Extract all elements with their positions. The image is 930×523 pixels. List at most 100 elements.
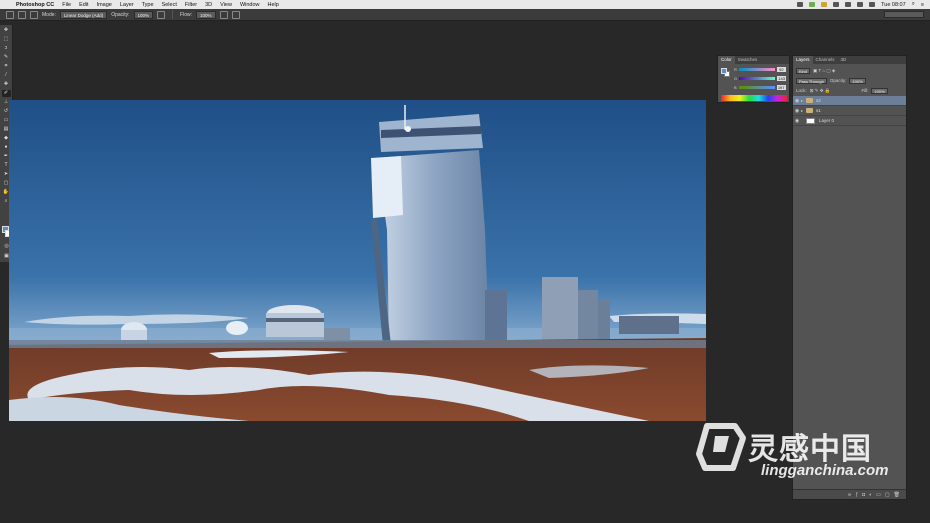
layers-footer: ∞ ƒ ◘ ◐ ▭ ▢ 🗑 (793, 489, 906, 499)
brush-tool-icon[interactable]: ✐ (1, 90, 11, 97)
evernote-icon[interactable] (809, 2, 816, 7)
visibility-eye-icon[interactable]: ◉ (793, 118, 801, 124)
watermark: 灵感中国 lingganchina.com (693, 418, 905, 488)
dome-building (266, 313, 324, 337)
airbrush-icon[interactable] (219, 10, 228, 19)
notification-center-icon[interactable]: ≡ (921, 2, 924, 8)
eyedropper-tool-icon[interactable]: ⁄ (2, 72, 11, 79)
menu-type[interactable]: Type (142, 2, 154, 8)
painting (9, 100, 706, 421)
layer-row[interactable]: ◉ Layer 0 (793, 116, 906, 126)
layer-style-icon[interactable]: ƒ (855, 492, 858, 498)
menu-edit[interactable]: Edit (79, 2, 88, 8)
menu-select[interactable]: Select (162, 2, 177, 8)
green-slider[interactable]: G 143 (734, 76, 788, 81)
quick-select-tool-icon[interactable]: ✎ (2, 54, 11, 61)
healing-tool-icon[interactable]: ✚ (2, 81, 11, 88)
green-value[interactable]: 143 (777, 76, 787, 81)
menu-layer[interactable]: Layer (120, 2, 134, 8)
tab-3d[interactable]: 3D (838, 56, 850, 64)
brush-panel-icon[interactable] (30, 10, 38, 19)
clock[interactable]: Tue 08:07 (881, 2, 906, 8)
fill-input[interactable]: 100% (871, 87, 888, 94)
dome-band (266, 318, 324, 322)
layer-name[interactable]: s2 (816, 98, 821, 103)
foreground-color-chip[interactable] (721, 68, 727, 74)
blend-row: Pass Through Opacity: 100% (793, 76, 906, 85)
layer-opacity-input[interactable]: 100% (849, 77, 866, 84)
pressure-opacity-icon[interactable] (157, 10, 166, 19)
color-panel-tabs: Color Swatches (718, 56, 789, 64)
dome (226, 321, 248, 335)
marquee-tool-icon[interactable]: ⬚ (2, 36, 11, 43)
green-label: G (734, 76, 738, 81)
blue-slider[interactable]: B 197 (734, 85, 788, 90)
flow-label: Flow: (180, 11, 192, 18)
kind-filter-select[interactable]: Kind (796, 67, 811, 74)
menu-file[interactable]: File (62, 2, 71, 8)
battery-icon[interactable] (869, 2, 876, 7)
telescope-building (578, 290, 598, 345)
tab-channels[interactable]: Channels (813, 56, 838, 64)
flag-icon[interactable] (857, 2, 864, 7)
lasso-tool-icon[interactable]: ↄ (2, 45, 11, 52)
visibility-eye-icon[interactable]: ◉ (793, 98, 801, 104)
layer-name[interactable]: Layer 0 (819, 118, 834, 123)
move-tool-icon[interactable]: ✥ (2, 27, 11, 34)
link-layers-icon[interactable]: ∞ (848, 492, 852, 498)
blue-ramp[interactable] (738, 86, 775, 89)
menu-3d[interactable]: 3D (205, 2, 212, 8)
menu-window[interactable]: Window (240, 2, 260, 8)
wifi-icon[interactable] (845, 2, 852, 7)
menu-image[interactable]: Image (97, 2, 112, 8)
tab-layers[interactable]: Layers (793, 56, 813, 64)
blue-value[interactable]: 197 (776, 85, 786, 90)
menu-help[interactable]: Help (268, 2, 279, 8)
brush-size-icon[interactable] (18, 10, 26, 19)
dome-base (121, 330, 147, 340)
tab-swatches[interactable]: Swatches (735, 56, 761, 64)
layer-row[interactable]: ◉ ▸ s2 (793, 96, 906, 106)
lock-icons[interactable]: ⊠ ✎ ✥ 🔒 (810, 88, 831, 94)
menu-view[interactable]: View (220, 2, 232, 8)
tab-color[interactable]: Color (718, 56, 735, 64)
layer-row[interactable]: ◉ ▸ s1 (793, 106, 906, 116)
spectrum-ramp[interactable] (721, 95, 787, 101)
red-slider[interactable]: R 92 (734, 67, 788, 72)
low-building (619, 316, 679, 334)
layer-name[interactable]: s1 (816, 108, 821, 113)
search-icon[interactable]: ⌕ (912, 1, 915, 8)
add-mask-icon[interactable]: ◘ (862, 492, 865, 498)
bluetooth-icon[interactable] (833, 2, 840, 7)
crop-tool-icon[interactable]: ⌗ (2, 63, 11, 70)
adjustment-layer-icon[interactable]: ◐ (869, 492, 872, 498)
flow-input[interactable]: 100% (196, 10, 216, 19)
watermark-url-text: lingganchina.com (761, 462, 889, 479)
brush-preset-icon[interactable] (6, 10, 14, 19)
walkway (9, 340, 706, 348)
lock-label: Lock: (796, 88, 807, 93)
watermark-logo (696, 423, 746, 471)
blend-mode-select[interactable]: Pass Through (796, 77, 827, 84)
folder-icon (806, 98, 813, 103)
green-ramp[interactable] (739, 77, 776, 80)
blue-label: B (734, 85, 737, 90)
red-label: R (734, 67, 737, 72)
opacity-label: Opacity: (111, 11, 130, 18)
dropbox-icon[interactable] (797, 2, 804, 7)
filter-icons[interactable]: ▣ T ⌂ ▢ ◈ (813, 68, 835, 74)
document-canvas[interactable] (9, 100, 706, 421)
notes-icon[interactable] (821, 2, 828, 7)
workspace-switcher[interactable] (884, 11, 924, 18)
new-layer-icon[interactable]: ▢ (885, 492, 890, 498)
app-menu[interactable]: Photoshop CC (16, 2, 54, 8)
menu-filter[interactable]: Filter (185, 2, 197, 8)
pressure-size-icon[interactable] (231, 10, 240, 19)
mode-select[interactable]: Linear Dodge (Add) (59, 10, 108, 19)
red-ramp[interactable] (738, 68, 775, 71)
visibility-eye-icon[interactable]: ◉ (793, 108, 801, 114)
red-value[interactable]: 92 (776, 67, 786, 72)
delete-layer-icon[interactable]: 🗑 (894, 492, 900, 498)
new-group-icon[interactable]: ▭ (876, 492, 881, 498)
opacity-input[interactable]: 100% (133, 10, 154, 19)
